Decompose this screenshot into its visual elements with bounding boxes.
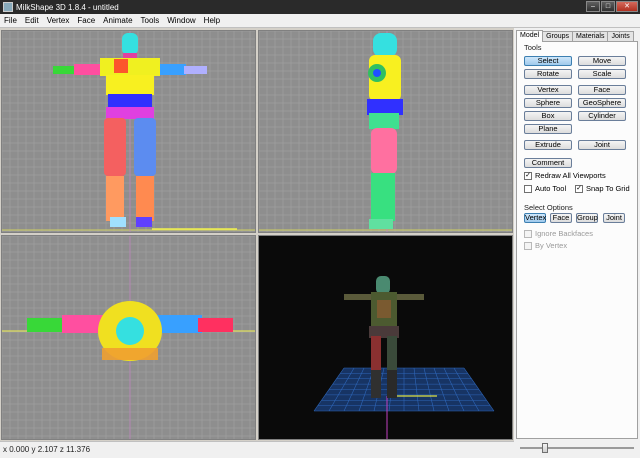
joint-tool-button[interactable]: Joint — [578, 140, 626, 150]
window-controls: – □ ✕ — [586, 1, 638, 12]
checkbox-box[interactable]: ✓ — [575, 184, 583, 193]
select-group-button[interactable]: Group — [576, 213, 598, 223]
checkbox-label: By Vertex — [535, 241, 568, 250]
extrude-tool-button[interactable]: Extrude — [524, 140, 572, 150]
menu-animate[interactable]: Animate — [99, 16, 136, 25]
checkbox-label: Ignore Backfaces — [535, 229, 593, 238]
status-bar: x 0.000 y 2.107 z 11.376 — [0, 441, 514, 458]
geosphere-tool-button[interactable]: GeoSphere — [578, 98, 626, 108]
top-view-canvas — [2, 236, 255, 439]
vertex-tool-button[interactable]: Vertex — [524, 85, 572, 95]
maximize-button[interactable]: □ — [601, 1, 615, 12]
cylinder-tool-button[interactable]: Cylinder — [578, 111, 626, 121]
side-panel: Model Groups Materials Joints Tools Sele… — [514, 28, 640, 458]
select-face-button[interactable]: Face — [550, 213, 572, 223]
rotate-tool-button[interactable]: Rotate — [524, 69, 572, 79]
checkbox-label: Redraw All Viewports — [535, 171, 606, 180]
menu-help[interactable]: Help — [200, 16, 224, 25]
box-tool-button[interactable]: Box — [524, 111, 572, 121]
menu-face[interactable]: Face — [73, 16, 99, 25]
tab-model[interactable]: Model — [516, 30, 544, 42]
select-tool-button[interactable]: Select — [524, 56, 572, 66]
side-viewport[interactable] — [258, 30, 513, 233]
menu-bar: File Edit Vertex Face Animate Tools Wind… — [0, 14, 640, 28]
coordinates-readout: x 0.000 y 2.107 z 11.376 — [3, 445, 91, 454]
checkbox-label: Snap To Grid — [586, 184, 630, 193]
select-vertex-button[interactable]: Vertex — [524, 213, 546, 223]
slider-track[interactable] — [520, 447, 634, 449]
close-button[interactable]: ✕ — [616, 1, 638, 12]
front-viewport[interactable] — [1, 30, 256, 233]
redraw-all-viewports-checkbox[interactable]: ✓ Redraw All Viewports — [524, 171, 606, 180]
animation-slider[interactable] — [516, 442, 638, 454]
minimize-button[interactable]: – — [586, 1, 600, 12]
face-tool-button[interactable]: Face — [578, 85, 626, 95]
checkbox-box[interactable] — [524, 241, 532, 250]
ignore-backfaces-checkbox[interactable]: Ignore Backfaces — [524, 229, 593, 238]
front-view-canvas — [2, 31, 255, 232]
by-vertex-checkbox[interactable]: By Vertex — [524, 241, 567, 250]
perspective-viewport[interactable] — [258, 235, 513, 440]
tools-heading: Tools — [524, 43, 542, 52]
move-tool-button[interactable]: Move — [578, 56, 626, 66]
menu-window[interactable]: Window — [163, 16, 199, 25]
checkbox-box[interactable]: ✓ — [524, 171, 532, 180]
side-view-canvas — [259, 31, 512, 232]
auto-tool-checkbox[interactable]: Auto Tool — [524, 184, 566, 193]
app-icon — [3, 2, 13, 12]
menu-edit[interactable]: Edit — [21, 16, 43, 25]
select-options-heading: Select Options — [524, 203, 573, 212]
checkbox-label: Auto Tool — [535, 184, 567, 193]
plane-tool-button[interactable]: Plane — [524, 124, 572, 134]
slider-thumb[interactable] — [541, 443, 548, 453]
snap-to-grid-checkbox[interactable]: ✓ Snap To Grid — [575, 184, 630, 193]
model-tab-content: Tools Select Move Rotate Scale Vertex Fa… — [516, 41, 638, 439]
window-title: MilkShape 3D 1.8.4 - untitled — [16, 2, 119, 12]
sphere-tool-button[interactable]: Sphere — [524, 98, 572, 108]
side-character-model — [367, 33, 403, 229]
perspective-canvas — [313, 276, 495, 439]
comment-button[interactable]: Comment — [524, 158, 572, 168]
select-joint-button[interactable]: Joint — [603, 213, 625, 223]
menu-file[interactable]: File — [0, 16, 21, 25]
menu-tools[interactable]: Tools — [137, 16, 164, 25]
checkbox-box[interactable] — [524, 229, 532, 238]
scale-tool-button[interactable]: Scale — [578, 69, 626, 79]
title-bar: MilkShape 3D 1.8.4 - untitled – □ ✕ — [0, 0, 640, 14]
perspective-grid — [313, 367, 495, 412]
menu-vertex[interactable]: Vertex — [43, 16, 74, 25]
top-viewport[interactable] — [1, 235, 256, 440]
checkbox-box[interactable] — [524, 184, 532, 193]
